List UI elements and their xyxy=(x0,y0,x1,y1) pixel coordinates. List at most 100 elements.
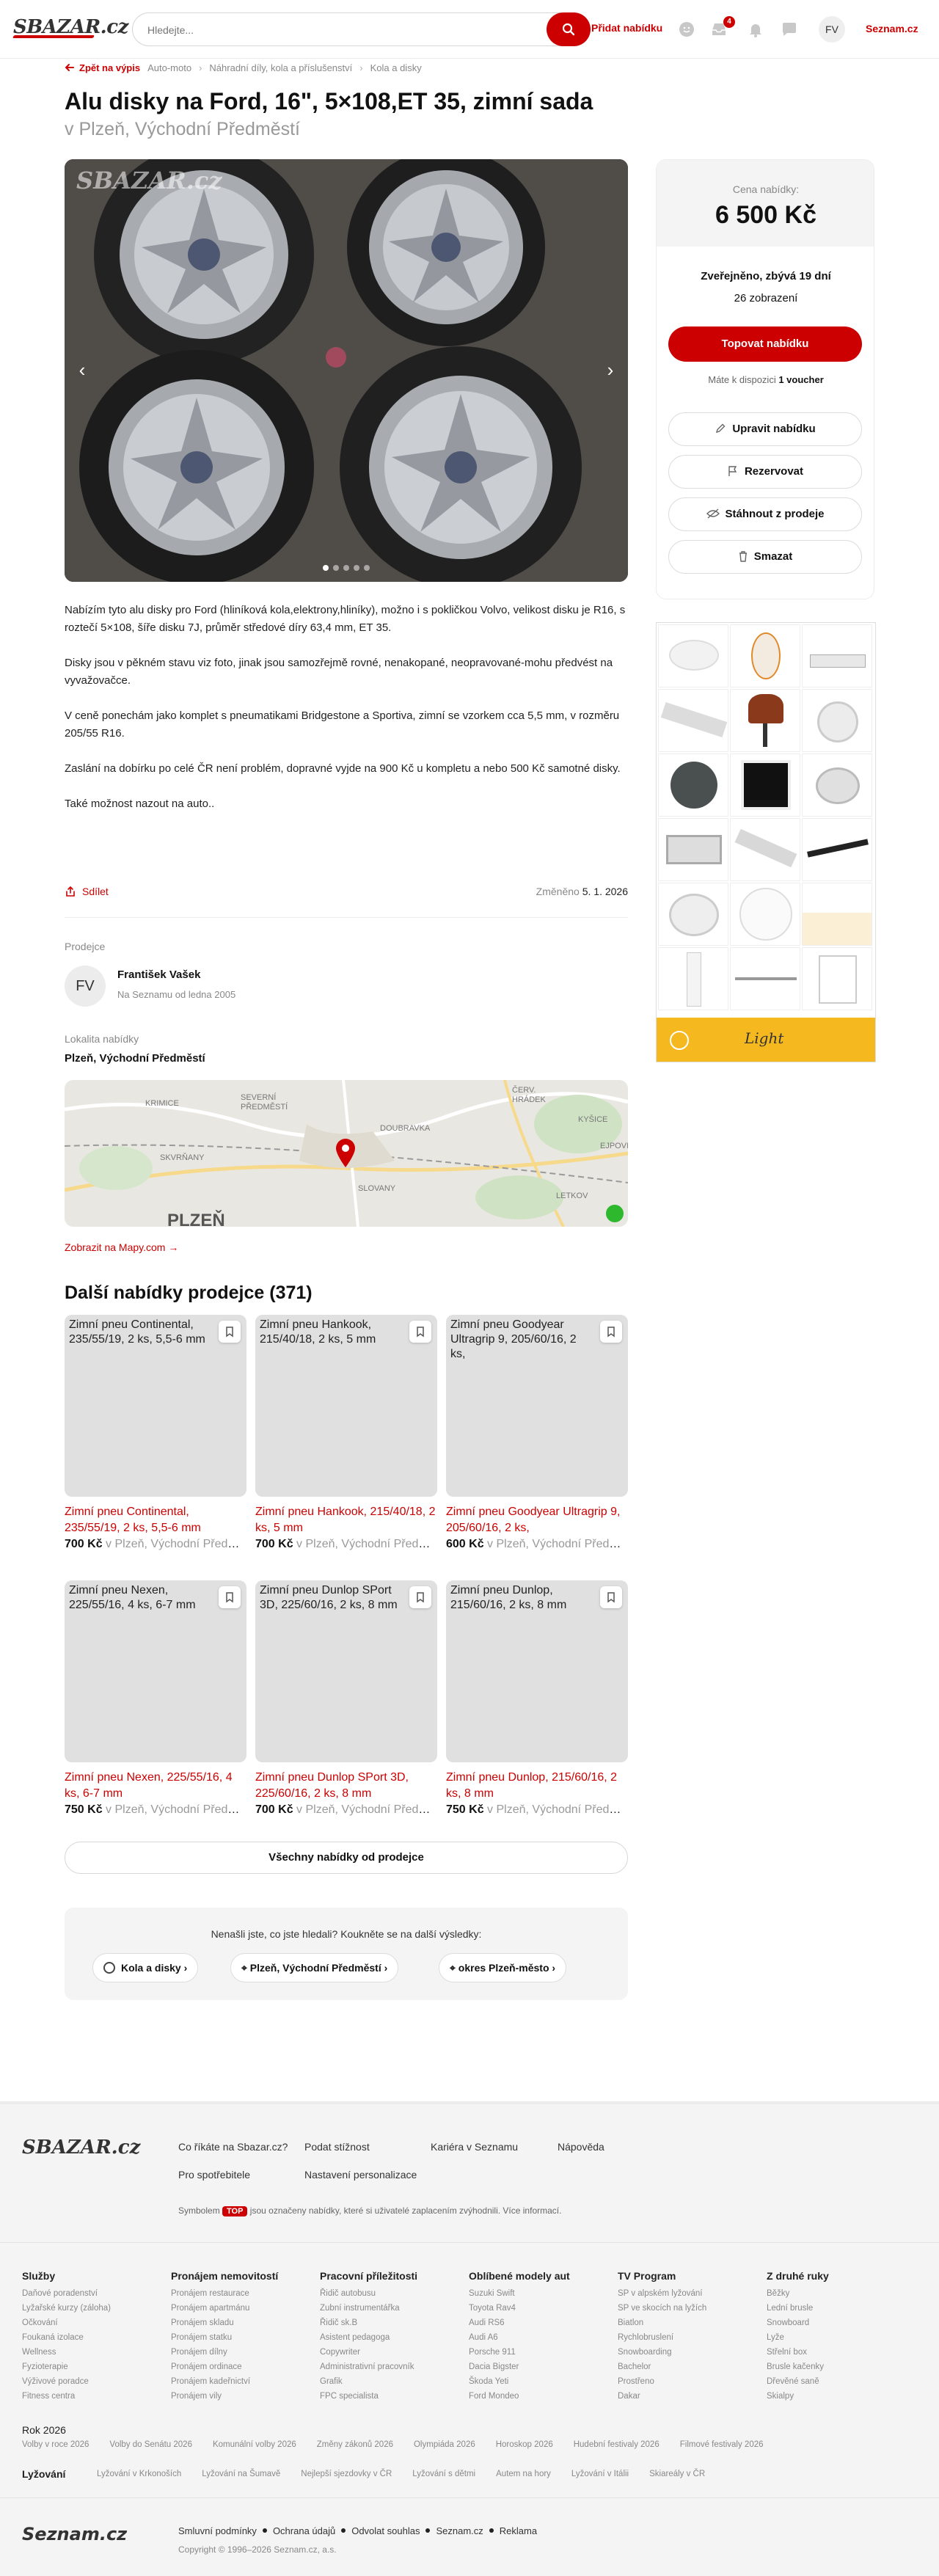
back-to-list-link[interactable]: Zpět na výpis xyxy=(65,62,140,73)
footer-column-title[interactable]: Služby xyxy=(22,2270,161,2282)
ad-brand-bar[interactable]: Light xyxy=(657,1018,875,1062)
footer-column-item[interactable]: Řidič sk.B xyxy=(320,2316,459,2330)
footer-link[interactable]: Co říkáte na Sbazar.cz? xyxy=(178,2141,288,2153)
offer-title[interactable]: Zimní pneu Hankook, 215/40/18, 2 ks, 5 m… xyxy=(255,1504,437,1536)
share-button[interactable]: Sdílet xyxy=(65,886,109,897)
pause-icon[interactable] xyxy=(670,1031,689,1050)
seznam-logo[interactable]: Seznam.cz xyxy=(22,2524,127,2544)
gallery-dot[interactable] xyxy=(354,565,359,571)
offer-title[interactable]: Zimní pneu Goodyear Ultragrip 9, 205/60/… xyxy=(446,1504,628,1536)
footer-column-item[interactable]: Očkování xyxy=(22,2316,161,2330)
ad-product-tile[interactable] xyxy=(730,754,800,817)
withdraw-button[interactable]: Stáhnout z prodeje xyxy=(668,497,862,531)
legal-link[interactable]: Odvolat souhlas xyxy=(351,2525,420,2536)
footer-column-item[interactable]: Pronájem vily xyxy=(171,2389,310,2404)
footer-link[interactable]: Hudební festivaly 2026 xyxy=(574,2440,660,2449)
bookmark-button[interactable] xyxy=(600,1321,622,1343)
footer-column-item[interactable]: Wellness xyxy=(22,2345,161,2360)
seznam-link[interactable]: Seznam.cz xyxy=(866,23,918,34)
offer-title[interactable]: Zimní pneu Dunlop SPort 3D, 225/60/16, 2… xyxy=(255,1770,437,1802)
reserve-button[interactable]: Rezervovat xyxy=(668,455,862,489)
bell-icon[interactable] xyxy=(747,21,764,38)
search-input[interactable] xyxy=(147,22,529,38)
footer-column-item[interactable]: Biatlon xyxy=(618,2316,757,2330)
footer-column-item[interactable]: Audi RS6 xyxy=(469,2316,608,2330)
ad-product-tile[interactable] xyxy=(658,689,728,752)
gallery-dot[interactable] xyxy=(333,565,339,571)
seller-name[interactable]: František Vašek xyxy=(117,968,200,981)
ad-product-tile[interactable] xyxy=(730,818,800,881)
offer-image[interactable]: Zimní pneu Goodyear Ultragrip 9, 205/60/… xyxy=(446,1315,628,1497)
offer-image[interactable]: Zimní pneu Continental, 235/55/19, 2 ks,… xyxy=(65,1315,246,1497)
ad-product-tile[interactable] xyxy=(802,883,872,946)
footer-link[interactable]: Kariéra v Seznamu xyxy=(431,2141,518,2153)
footer-column-title[interactable]: Z druhé ruky xyxy=(767,2270,906,2282)
footer-column-item[interactable]: Foukaná izolace xyxy=(22,2330,161,2345)
footer-column-item[interactable]: Skialpy xyxy=(767,2389,906,2404)
advertisement-banner[interactable]: Light xyxy=(656,622,876,1062)
offer-image[interactable]: Zimní pneu Nexen, 225/55/16, 4 ks, 6-7 m… xyxy=(65,1580,246,1762)
breadcrumb-item[interactable]: Náhradní díly, kola a příslušenství xyxy=(209,62,352,73)
footer-link[interactable]: Lyžování v Itálii xyxy=(571,2470,629,2478)
footer-logo[interactable]: SBAZAR.cz xyxy=(22,2137,140,2159)
year-section-title[interactable]: Rok 2026 xyxy=(22,2424,66,2436)
footer-column-item[interactable]: Lyže xyxy=(767,2330,906,2345)
footer-column-item[interactable]: Audi A6 xyxy=(469,2330,608,2345)
ad-product-tile[interactable] xyxy=(802,754,872,817)
footer-column-title[interactable]: Pronájem nemovitostí xyxy=(171,2270,310,2282)
footer-column-item[interactable]: Pronájem apartmánu xyxy=(171,2301,310,2316)
footer-column-item[interactable]: Lední brusle xyxy=(767,2301,906,2316)
ski-section-title[interactable]: Lyžování xyxy=(22,2468,65,2480)
open-mapy-link[interactable]: Zobrazit na Mapy.com → xyxy=(65,1241,178,1253)
footer-link[interactable]: Nejlepší sjezdovky v ČR xyxy=(301,2470,392,2478)
gallery-dot[interactable] xyxy=(323,565,329,571)
chat-icon[interactable] xyxy=(781,21,798,38)
breadcrumb-item[interactable]: Kola a disky xyxy=(370,62,422,73)
footer-column-item[interactable]: Řidič autobusu xyxy=(320,2286,459,2301)
footer-link[interactable]: Nastavení personalizace xyxy=(304,2169,417,2181)
footer-column-item[interactable]: Ford Mondeo xyxy=(469,2389,608,2404)
gallery-next-button[interactable]: › xyxy=(599,359,622,382)
ad-product-tile[interactable] xyxy=(802,947,872,1010)
offer-image[interactable]: Zimní pneu Dunlop SPort 3D, 225/60/16, 2… xyxy=(255,1580,437,1762)
footer-link[interactable]: Nápověda xyxy=(558,2141,604,2153)
footer-link[interactable]: Komunální volby 2026 xyxy=(213,2440,296,2449)
category-chip[interactable]: Kola a disky › xyxy=(92,1953,199,1982)
offer-title[interactable]: Zimní pneu Nexen, 225/55/16, 4 ks, 6-7 m… xyxy=(65,1770,246,1802)
footer-column-item[interactable]: Zubní instrumentářka xyxy=(320,2301,459,2316)
edit-listing-button[interactable]: Upravit nabídku xyxy=(668,412,862,446)
footer-column-item[interactable]: Porsche 911 xyxy=(469,2345,608,2360)
emoji-icon[interactable] xyxy=(678,21,695,38)
locality-chip[interactable]: ⌖ Plzeň, Východní Předměstí › xyxy=(230,1953,399,1982)
footer-link[interactable]: Pro spotřebitele xyxy=(178,2169,250,2181)
all-seller-offers-button[interactable]: Všechny nabídky od prodejce xyxy=(65,1842,628,1874)
gallery-dot[interactable] xyxy=(364,565,370,571)
footer-column-item[interactable]: Brusle kačenky xyxy=(767,2360,906,2374)
footer-column-item[interactable]: Běžky xyxy=(767,2286,906,2301)
footer-column-item[interactable]: Výživové poradce xyxy=(22,2374,161,2389)
footer-column-item[interactable]: SP ve skocích na lyžích xyxy=(618,2301,757,2316)
footer-link[interactable]: Lyžování na Šumavě xyxy=(202,2470,280,2478)
footer-column-item[interactable]: Dřevěné saně xyxy=(767,2374,906,2389)
gallery-dot[interactable] xyxy=(343,565,349,571)
footer-column-item[interactable]: Fitness centra xyxy=(22,2389,161,2404)
footer-column-item[interactable]: Pronájem kadeřnictví xyxy=(171,2374,310,2389)
footer-column-item[interactable]: Asistent pedagoga xyxy=(320,2330,459,2345)
footer-link[interactable]: Skiareály v ČR xyxy=(649,2470,705,2478)
footer-column-item[interactable]: Střelní box xyxy=(767,2345,906,2360)
bookmark-button[interactable] xyxy=(219,1586,241,1608)
footer-link[interactable]: Olympiáda 2026 xyxy=(414,2440,475,2449)
ad-product-tile[interactable] xyxy=(802,689,872,752)
footer-column-item[interactable]: Snowboarding xyxy=(618,2345,757,2360)
ad-product-tile[interactable] xyxy=(730,883,800,946)
promote-button[interactable]: Topovat nabídku xyxy=(668,326,862,362)
seller-avatar[interactable]: FV xyxy=(65,966,106,1007)
legal-link[interactable]: Ochrana údajů xyxy=(273,2525,335,2536)
footer-link[interactable]: Lyžování v Krkonoších xyxy=(97,2470,181,2478)
footer-column-item[interactable]: Dakar xyxy=(618,2389,757,2404)
footer-column-item[interactable]: Administrativní pracovník xyxy=(320,2360,459,2374)
footer-column-item[interactable]: Rychlobruslení xyxy=(618,2330,757,2345)
ad-product-tile[interactable] xyxy=(730,624,800,687)
footer-link[interactable]: Volby v roce 2026 xyxy=(22,2440,89,2449)
footer-column-item[interactable]: Snowboard xyxy=(767,2316,906,2330)
